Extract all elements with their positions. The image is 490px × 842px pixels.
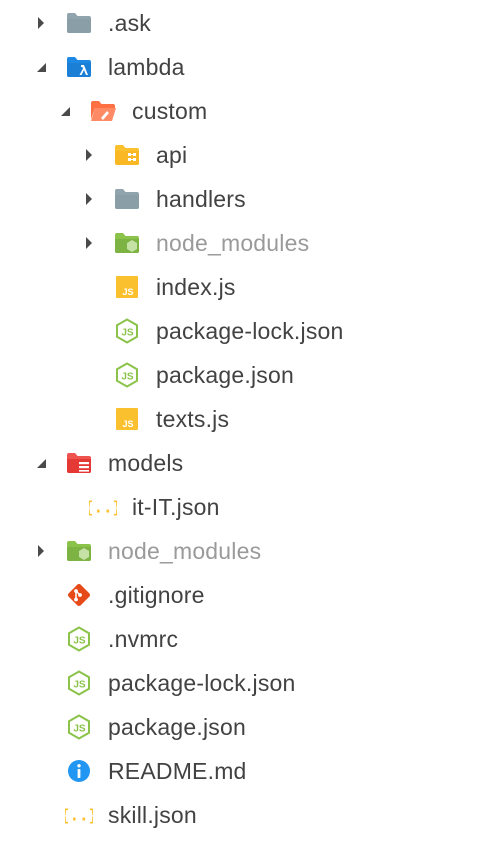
tree-item-label: package-lock.json (156, 317, 344, 344)
collapsed-twistie-icon[interactable] (34, 544, 48, 558)
tree-item-label: node_modules (108, 537, 262, 564)
tree-item-label: README.md (108, 757, 247, 784)
tree-item[interactable]: lambda (0, 45, 490, 89)
nodejs-file-icon: JS (65, 713, 93, 741)
chevron-down-icon (37, 63, 46, 72)
tree-item-label: custom (132, 97, 208, 124)
tree-item[interactable]: JS .nvmrc (0, 617, 490, 661)
folder-grey-icon (113, 185, 141, 213)
tree-item[interactable]: JS package-lock.json (0, 309, 490, 353)
json-file-icon: {..} (65, 801, 93, 829)
tree-item-label: .gitignore (108, 581, 205, 608)
svg-text:JS: JS (73, 636, 86, 647)
tree-item-label: package-lock.json (108, 669, 296, 696)
tree-item[interactable]: .ask (0, 1, 490, 45)
tree-item-label: lambda (108, 53, 185, 80)
folder-node-green-icon (65, 537, 93, 565)
chevron-right-icon (38, 545, 44, 557)
tree-item-label: texts.js (156, 405, 230, 432)
svg-text:JS: JS (73, 724, 86, 735)
tree-item[interactable]: node_modules (0, 221, 490, 265)
tree-item[interactable]: README.md (0, 749, 490, 793)
expanded-twistie-icon[interactable] (58, 104, 72, 118)
tree-item-label: node_modules (156, 229, 310, 256)
tree-item[interactable]: .gitignore (0, 573, 490, 617)
expanded-twistie-icon[interactable] (34, 456, 48, 470)
folder-open-orange-icon (89, 97, 117, 125)
nodejs-file-icon: JS (65, 625, 93, 653)
tree-item-label: .nvmrc (108, 625, 179, 652)
folder-models-red-icon (65, 449, 93, 477)
git-file-icon (65, 581, 93, 609)
tree-item[interactable]: JS texts.js (0, 397, 490, 441)
javascript-file-icon: JS (113, 273, 141, 301)
expanded-twistie-icon[interactable] (34, 60, 48, 74)
collapsed-twistie-icon[interactable] (82, 192, 96, 206)
tree-item[interactable]: JS index.js (0, 265, 490, 309)
nodejs-file-icon: JS (113, 317, 141, 345)
tree-item[interactable]: JS package.json (0, 353, 490, 397)
chevron-right-icon (86, 149, 92, 161)
folder-grey-icon (65, 9, 93, 37)
tree-item[interactable]: api (0, 133, 490, 177)
tree-item-label: skill.json (108, 801, 197, 828)
tree-item-label: package.json (108, 713, 246, 740)
svg-text:{..}: {..} (89, 498, 117, 517)
chevron-right-icon (86, 193, 92, 205)
collapsed-twistie-icon[interactable] (82, 148, 96, 162)
chevron-right-icon (38, 17, 44, 29)
folder-api-yellow-icon (113, 141, 141, 169)
info-file-icon (65, 757, 93, 785)
chevron-right-icon (86, 237, 92, 249)
collapsed-twistie-icon[interactable] (82, 236, 96, 250)
nodejs-file-icon: JS (65, 669, 93, 697)
folder-node-green-icon (113, 229, 141, 257)
tree-item-label: it-IT.json (132, 493, 220, 520)
svg-text:JS: JS (121, 328, 134, 339)
json-file-icon: {..} (89, 493, 117, 521)
nodejs-file-icon: JS (113, 361, 141, 389)
tree-item[interactable]: node_modules (0, 529, 490, 573)
tree-item[interactable]: models (0, 441, 490, 485)
file-explorer-tree: .ask lambda custom api handlers node_mod… (0, 0, 490, 842)
folder-lambda-blue-icon (65, 53, 93, 81)
svg-text:JS: JS (73, 680, 86, 691)
tree-item-label: models (108, 449, 184, 476)
tree-item[interactable]: {..} it-IT.json (0, 485, 490, 529)
collapsed-twistie-icon[interactable] (34, 16, 48, 30)
tree-item-label: package.json (156, 361, 294, 388)
tree-item-label: index.js (156, 273, 236, 300)
javascript-file-icon: JS (113, 405, 141, 433)
tree-item[interactable]: custom (0, 89, 490, 133)
tree-item-label: .ask (108, 9, 151, 36)
tree-item-label: api (156, 141, 188, 168)
tree-item[interactable]: {..} skill.json (0, 793, 490, 837)
chevron-down-icon (37, 459, 46, 468)
chevron-down-icon (61, 107, 70, 116)
svg-text:JS: JS (122, 287, 133, 297)
tree-item-label: handlers (156, 185, 246, 212)
tree-item[interactable]: JS package-lock.json (0, 661, 490, 705)
svg-text:JS: JS (121, 372, 134, 383)
tree-item[interactable]: JS package.json (0, 705, 490, 749)
svg-text:{..}: {..} (65, 806, 93, 825)
tree-item[interactable]: handlers (0, 177, 490, 221)
svg-text:JS: JS (122, 419, 133, 429)
